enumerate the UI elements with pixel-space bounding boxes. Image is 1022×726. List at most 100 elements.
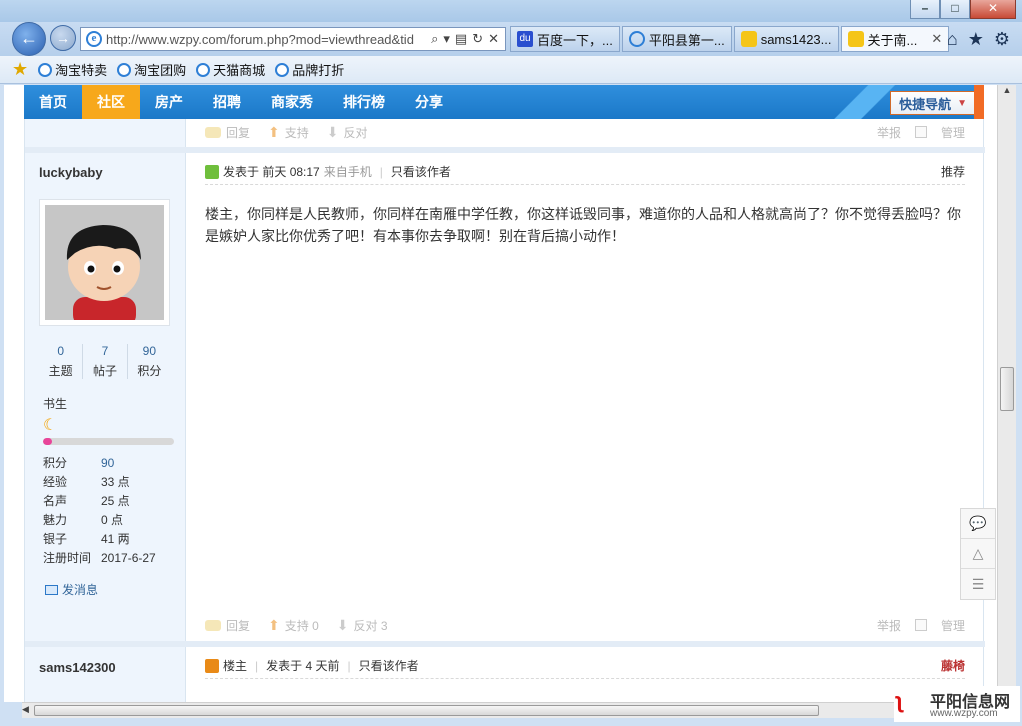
quick-nav-button[interactable]: 快捷导航 ▼: [890, 91, 976, 115]
avatar-image: [45, 205, 164, 320]
support-button[interactable]: ⬆ 支持 0: [268, 617, 319, 634]
maximize-button[interactable]: □: [940, 0, 970, 19]
minimize-button[interactable]: –: [910, 0, 940, 19]
ie-page-icon: e: [86, 31, 102, 47]
report-link[interactable]: 举报: [877, 617, 901, 634]
profile-value: 2017-6-27: [101, 550, 156, 565]
address-bar[interactable]: e http://www.wzpy.com/forum.php?mod=view…: [80, 27, 506, 51]
nav-ranking[interactable]: 排行榜: [328, 85, 400, 119]
window-titlebar: – □ ✕: [0, 0, 1022, 22]
favorites-star-icon[interactable]: ★: [968, 29, 984, 50]
profile-value[interactable]: 90: [101, 456, 114, 470]
refresh-icon[interactable]: ↻: [472, 31, 483, 47]
scroll-up-icon[interactable]: ▲: [998, 85, 1016, 101]
ie-icon: [275, 62, 290, 77]
quick-nav-label: 快捷导航: [899, 96, 952, 112]
forward-button[interactable]: →: [50, 25, 76, 51]
favorites-add-icon[interactable]: ★: [12, 59, 28, 80]
oppose-label: 反对: [343, 125, 368, 140]
close-window-button[interactable]: ✕: [970, 0, 1016, 19]
compat-view-icon[interactable]: ▤: [455, 31, 467, 47]
manage-link[interactable]: 管理: [941, 124, 965, 141]
send-message-label: 发消息: [62, 583, 99, 597]
post-author-name[interactable]: luckybaby: [39, 165, 103, 180]
close-tab-icon[interactable]: ✕: [931, 31, 942, 47]
dropdown-icon[interactable]: ▾: [443, 31, 450, 47]
scroll-thumb[interactable]: [1000, 367, 1014, 411]
nav-community[interactable]: 社区: [82, 85, 140, 119]
posted-time: 发表于 4 天前: [266, 659, 340, 673]
manage-checkbox[interactable]: [914, 619, 927, 631]
favorite-link[interactable]: 淘宝特卖: [38, 60, 107, 79]
address-text[interactable]: http://www.wzpy.com/forum.php?mod=viewth…: [106, 32, 425, 47]
favorites-bar: ★ 淘宝特卖 淘宝团购 天猫商城 品牌打折: [0, 56, 1022, 84]
scroll-left-icon[interactable]: ◀: [22, 704, 29, 715]
nav-merchants[interactable]: 商家秀: [256, 85, 328, 119]
stop-icon[interactable]: ✕: [488, 31, 499, 47]
floor-label[interactable]: 藤椅: [941, 657, 965, 674]
post-header: 楼主 | 发表于 4 天前 | 只看该作者 藤椅: [205, 653, 965, 679]
nav-home[interactable]: 首页: [24, 85, 82, 119]
horizontal-scrollbar[interactable]: ◀ ▶: [22, 702, 997, 718]
only-author-link[interactable]: 只看该作者: [391, 163, 451, 180]
tab-label: 关于南...: [867, 32, 918, 48]
separator: |: [379, 164, 383, 179]
floating-tools: 💬 △ ☰: [960, 508, 996, 600]
tab-label: sams1423...: [760, 31, 832, 47]
search-icon[interactable]: ⌕: [431, 31, 438, 47]
tab-baidu[interactable]: du 百度一下，...: [510, 26, 620, 52]
tab-label: 平阳县第一...: [648, 32, 725, 48]
posted-time: 前天 08:17: [262, 165, 320, 179]
thread-frame: 回复 ⬆ 支持 ⬇ 反对 举报 管理 luckybaby 0 主题 7 帖子 9…: [24, 119, 985, 702]
avatar[interactable]: [39, 199, 170, 326]
profile-row: 积分 90: [43, 453, 183, 472]
user-stats: 0 主题 7 帖子 90 积分: [39, 344, 171, 379]
recommend-link[interactable]: 推荐: [941, 163, 965, 180]
tab-strip: du 百度一下，... 平阳县第一... sams1423... 关于南... …: [510, 26, 951, 52]
user-rank[interactable]: 书生: [43, 395, 67, 412]
tab-active[interactable]: 关于南... ✕: [840, 26, 950, 52]
tab-sams[interactable]: sams1423...: [733, 26, 839, 52]
reply-button[interactable]: 回复: [205, 617, 250, 634]
profile-key: 积分: [43, 456, 68, 470]
favorite-label: 天猫商城: [213, 63, 266, 78]
post-author-name[interactable]: sams142300: [39, 660, 116, 675]
support-button[interactable]: ⬆ 支持: [268, 124, 309, 141]
list-icon[interactable]: ☰: [961, 569, 995, 599]
manage-link[interactable]: 管理: [941, 617, 965, 634]
vertical-scrollbar[interactable]: ▲ ▼: [997, 85, 1016, 702]
profile-key: 注册时间: [43, 551, 92, 565]
favorite-link[interactable]: 天猫商城: [196, 60, 265, 79]
reply-label: 回复: [226, 618, 251, 633]
manage-checkbox[interactable]: [914, 126, 927, 138]
oppose-button[interactable]: ⬇ 反对: [327, 124, 368, 141]
ie-icon: [628, 31, 645, 47]
back-to-top-icon[interactable]: △: [961, 539, 995, 569]
post-divider: [25, 147, 985, 153]
report-link[interactable]: 举报: [877, 124, 901, 141]
gear-icon[interactable]: ⚙: [994, 29, 1010, 50]
stat-credits[interactable]: 90 积分: [128, 344, 171, 379]
only-author-link[interactable]: 只看该作者: [359, 657, 419, 674]
stat-posts[interactable]: 7 帖子: [83, 344, 128, 379]
favorite-link[interactable]: 品牌打折: [275, 60, 344, 79]
nav-share[interactable]: 分享: [400, 85, 458, 119]
from-mobile-link[interactable]: 来自手机: [324, 163, 372, 180]
qq-icon: [847, 31, 864, 47]
send-message-link[interactable]: 发消息: [45, 581, 98, 598]
level-progress-bar: [43, 438, 174, 445]
h-scroll-thumb[interactable]: [34, 705, 819, 716]
ie-icon: [38, 62, 53, 77]
oppose-button[interactable]: ⬇ 反对 3: [337, 617, 388, 634]
thumb-down-icon: ⬇: [336, 616, 349, 633]
comment-icon[interactable]: 💬: [961, 509, 995, 539]
nav-jobs[interactable]: 招聘: [198, 85, 256, 119]
reply-button[interactable]: 回复: [205, 124, 250, 141]
stat-topics[interactable]: 0 主题: [39, 344, 84, 379]
favorite-link[interactable]: 淘宝团购: [117, 60, 186, 79]
op-label: 楼主: [223, 659, 248, 673]
tab-pingyang[interactable]: 平阳县第一...: [621, 26, 732, 52]
home-icon[interactable]: ⌂: [947, 29, 958, 50]
nav-realestate[interactable]: 房产: [140, 85, 198, 119]
back-button[interactable]: ←: [12, 22, 46, 56]
